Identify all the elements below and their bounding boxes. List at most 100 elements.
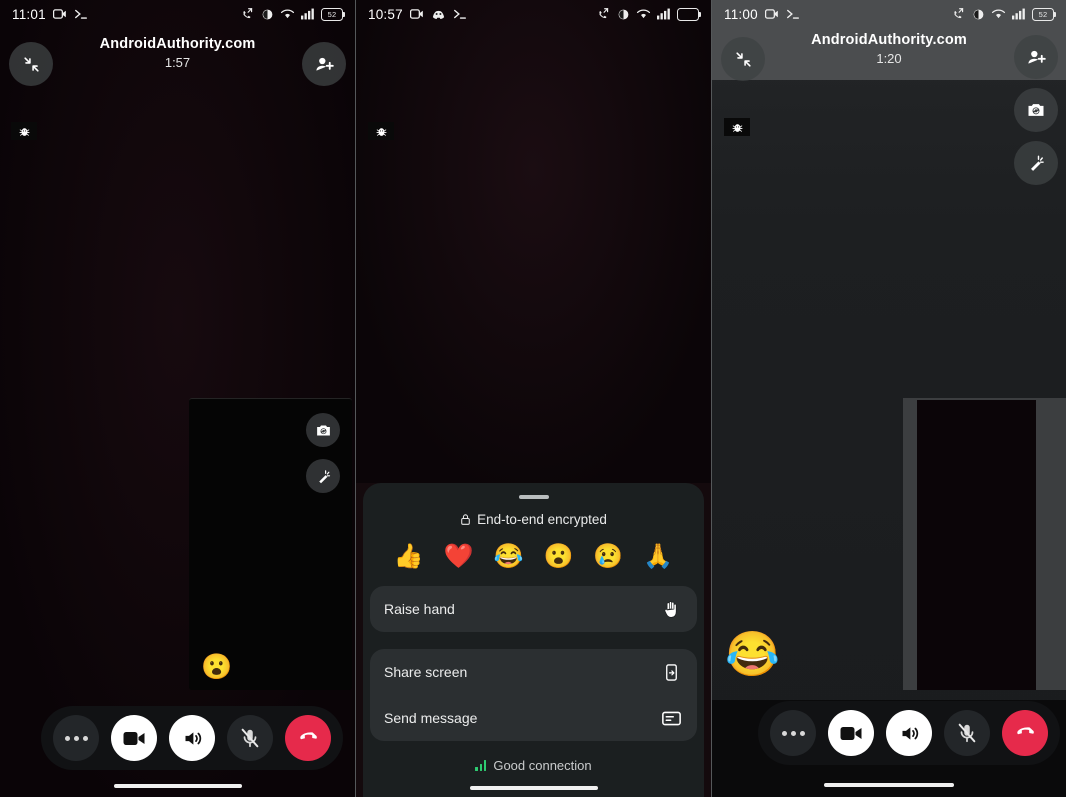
floating-reaction-emoji: 😂 — [725, 630, 780, 679]
mic-muted-icon — [241, 728, 259, 748]
mic-toggle-button[interactable] — [944, 710, 990, 756]
call-forward-icon — [240, 7, 255, 21]
sheet-group-raise-hand: Raise hand — [370, 586, 697, 632]
vibrate-icon — [617, 8, 630, 21]
emoji-reaction-row: 👍 ❤️ 😂 😮 😢 🙏 — [363, 545, 704, 569]
sheet-group-actions: Share screen Send message — [370, 649, 697, 741]
raise-hand-label: Raise hand — [384, 601, 455, 617]
battery-icon: 52 — [321, 7, 346, 21]
panel-call-active: 11:01 52 AndroidAuthority.com 1:57 😮 — [0, 0, 355, 797]
call-forward-icon — [951, 7, 966, 21]
emoji-praying[interactable]: 🙏 — [643, 545, 673, 569]
gesture-bar — [824, 783, 954, 787]
flip-camera-icon[interactable] — [306, 413, 340, 447]
status-bar: 10:57 — [356, 0, 711, 28]
self-view-pip[interactable] — [903, 398, 1066, 690]
status-bar: 11:00 52 — [712, 0, 1066, 28]
lock-icon — [460, 513, 471, 526]
call-control-bar — [41, 706, 343, 770]
status-time: 11:01 — [12, 6, 46, 22]
call-title: AndroidAuthority.com — [811, 32, 967, 48]
call-header: AndroidAuthority.com 1:57 — [0, 36, 355, 92]
emoji-surprised[interactable]: 😮 — [544, 545, 574, 569]
signal-icon — [657, 8, 671, 20]
flip-camera-button[interactable] — [1014, 88, 1058, 132]
terminal-icon — [74, 8, 88, 20]
send-message-row[interactable]: Send message — [370, 695, 697, 741]
status-time: 10:57 — [368, 6, 403, 22]
bug-icon[interactable] — [724, 118, 750, 136]
send-message-label: Send message — [384, 710, 478, 726]
more-options-button[interactable] — [53, 715, 99, 761]
discord-icon — [431, 8, 446, 20]
emoji-joy[interactable]: 😂 — [494, 545, 524, 569]
camera-icon — [52, 8, 67, 20]
camera-icon — [409, 8, 424, 20]
end-call-button[interactable] — [1002, 710, 1048, 756]
video-feed-background — [356, 0, 711, 483]
mic-muted-icon — [958, 723, 976, 743]
vibrate-icon — [972, 8, 985, 21]
terminal-icon — [786, 8, 800, 20]
effects-wand-icon — [1031, 155, 1044, 171]
encryption-label: End-to-end encrypted — [477, 512, 607, 527]
add-person-button[interactable] — [1014, 35, 1058, 79]
effects-wand-icon[interactable] — [306, 459, 340, 493]
connection-label: Good connection — [493, 758, 592, 773]
share-screen-row[interactable]: Share screen — [370, 649, 697, 695]
video-toggle-button[interactable] — [111, 715, 157, 761]
video-camera-icon — [840, 727, 862, 740]
emoji-crying[interactable]: 😢 — [593, 545, 623, 569]
sheet-drag-handle[interactable] — [518, 495, 549, 499]
self-view-video — [917, 400, 1036, 690]
more-options-button[interactable] — [770, 710, 816, 756]
speaker-icon — [185, 731, 201, 745]
speaker-toggle-button[interactable] — [169, 715, 215, 761]
battery-level: 52 — [1038, 9, 1048, 19]
share-screen-icon — [659, 663, 683, 682]
emoji-heart[interactable]: ❤️ — [444, 545, 474, 569]
wifi-icon — [636, 8, 651, 20]
call-forward-icon — [596, 7, 611, 21]
mic-toggle-button[interactable] — [227, 715, 273, 761]
battery-icon — [677, 7, 702, 21]
three-dots-icon — [781, 730, 805, 736]
battery-level: 52 — [327, 9, 337, 19]
video-toggle-button[interactable] — [828, 710, 874, 756]
options-bottom-sheet: End-to-end encrypted 👍 ❤️ 😂 😮 😢 🙏 Raise … — [363, 483, 704, 797]
call-title: AndroidAuthority.com — [99, 36, 256, 52]
gesture-bar — [469, 786, 598, 790]
signal-icon — [301, 8, 315, 20]
speaker-icon — [902, 726, 918, 740]
raise-hand-row[interactable]: Raise hand — [370, 586, 697, 632]
reaction-emoji: 😮 — [201, 653, 233, 681]
signal-bars-icon — [475, 760, 487, 771]
speaker-toggle-button[interactable] — [886, 710, 932, 756]
end-call-icon — [1016, 726, 1034, 734]
panel-reaction-sent: 11:00 52 AndroidAuthority.com 1:20 😂 — [712, 0, 1066, 797]
panel-options-sheet: 10:57 End-to-end encrypted 👍 ❤️ 😂 😮 😢 🙏 … — [356, 0, 711, 797]
share-screen-label: Share screen — [384, 664, 468, 680]
three-dots-icon — [64, 735, 88, 741]
raised-hand-icon — [659, 599, 683, 620]
self-view-pip[interactable]: 😮 — [189, 398, 352, 690]
wifi-icon — [991, 8, 1006, 20]
end-call-button[interactable] — [285, 715, 331, 761]
screenshot-stage: 11:01 52 AndroidAuthority.com 1:57 😮 10:… — [0, 0, 1066, 797]
terminal-icon — [453, 8, 467, 20]
call-header: AndroidAuthority.com 1:20 — [712, 32, 1066, 185]
flip-camera-icon — [1028, 104, 1044, 116]
battery-icon: 52 — [1032, 7, 1057, 21]
message-icon — [659, 709, 683, 728]
call-timer: 1:20 — [876, 51, 902, 66]
end-call-icon — [299, 731, 317, 739]
camera-icon — [764, 8, 779, 20]
wifi-icon — [280, 8, 295, 20]
connection-status: Good connection — [363, 758, 704, 773]
emoji-thumbsup[interactable]: 👍 — [394, 545, 424, 569]
add-person-button[interactable] — [302, 42, 346, 86]
call-control-bar — [758, 701, 1060, 765]
effects-button[interactable] — [1014, 141, 1058, 185]
bug-icon[interactable] — [368, 122, 394, 140]
bug-icon[interactable] — [11, 122, 37, 140]
